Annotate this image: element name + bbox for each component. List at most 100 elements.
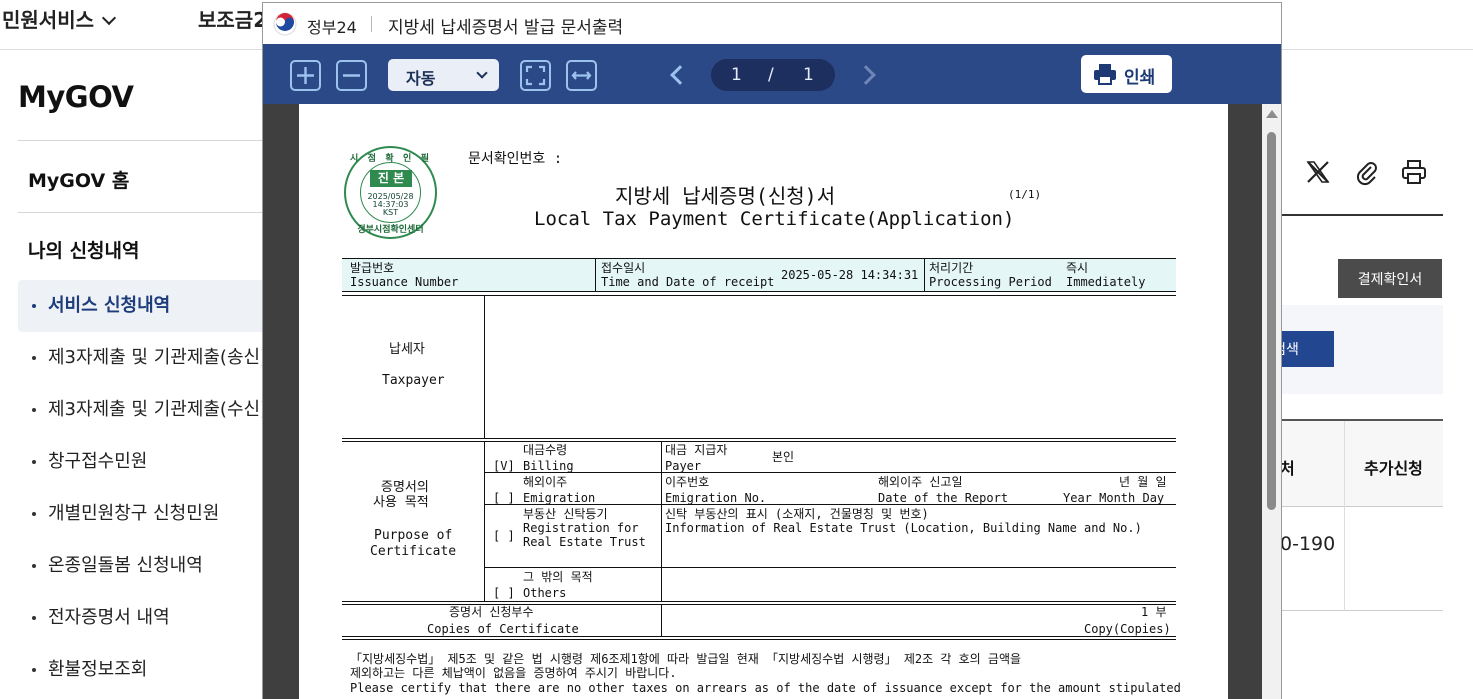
law-text-en-1: Please certify that there are no other t…	[350, 681, 1181, 695]
issuance-label-en: Issuance Number	[350, 275, 459, 289]
purpose-emigration-ko: 해외이주	[523, 475, 568, 489]
previous-page-icon[interactable]	[670, 65, 690, 85]
rule	[342, 639, 1176, 640]
purpose-label-en-2: Certificate	[370, 544, 457, 559]
purpose-label-ko-1: 증명서의	[381, 480, 429, 495]
fit-width-button[interactable]	[566, 60, 597, 91]
rule	[484, 472, 1176, 473]
divider	[18, 140, 268, 141]
checkbox-real-estate-trust: [ ]	[493, 529, 515, 543]
sidebar-item-all-day-care[interactable]: 온종일돌봄 신청내역	[18, 540, 268, 592]
table-row: 0-190	[1280, 507, 1443, 611]
print-button[interactable]: 인쇄	[1081, 55, 1172, 93]
payer-value: 본인	[772, 450, 795, 464]
payment-confirmation-button[interactable]: 결제확인서	[1338, 259, 1442, 298]
emigration-no-en: Emigration No.	[665, 491, 767, 505]
checkbox-billing: [V]	[493, 459, 515, 473]
printer-icon	[1094, 64, 1116, 85]
column-header-additional: 추가신청	[1364, 459, 1423, 478]
current-page-input[interactable]: 1	[731, 65, 742, 85]
ymd-en: Year Month Day	[1063, 491, 1165, 505]
rule	[342, 441, 1176, 442]
plus-icon	[297, 67, 314, 84]
sidebar-section-title[interactable]: 나의 신청내역	[28, 236, 140, 263]
sidebar-item-e-certificates[interactable]: 전자증명서 내역	[18, 592, 268, 644]
sidebar-item-third-party-received[interactable]: 제3자제출 및 기관제출(수신)	[18, 384, 268, 436]
purpose-trust-en-2: Real Estate Trust	[523, 535, 646, 549]
document-page-indicator: (1/1)	[1008, 188, 1042, 201]
stamp-top-text: 시 점 확 인 필	[349, 154, 432, 164]
divider	[18, 212, 268, 213]
chevron-down-icon	[101, 10, 117, 26]
divider	[371, 16, 372, 32]
report-date-en: Date of the Report	[878, 491, 1009, 505]
ymd-ko: 년 월 일	[1119, 475, 1167, 489]
scroll-thumb[interactable]	[1267, 132, 1276, 510]
trust-info-ko: 신탁 부동산의 표시 (소재지, 건물명칭 및 번호)	[665, 507, 929, 521]
zoom-value: 자동	[406, 69, 436, 88]
document-title-english: Local Tax Payment Certificate(Applicatio…	[534, 208, 1015, 230]
copies-label-en: Copies of Certificate	[427, 622, 579, 636]
copies-value-ko: 1 부	[1141, 605, 1167, 619]
taxpayer-label-ko: 납세자	[389, 342, 425, 357]
taxpayer-label-en: Taxpayer	[382, 373, 445, 388]
clip-icon[interactable]	[1352, 158, 1384, 190]
nav-civil-services[interactable]: 민원서비스	[2, 4, 117, 33]
purpose-billing-en: Billing	[523, 459, 574, 473]
document-page: 시 점 확 인 필 진 본 2025/05/28 14:37:03 KST 정부…	[299, 104, 1228, 699]
stamp-timezone: KST	[382, 208, 399, 217]
minus-icon	[343, 74, 360, 77]
copies-value-en: Copy(Copies)	[1084, 622, 1171, 636]
authenticity-stamp: 시 점 확 인 필 진 본 2025/05/28 14:37:03 KST 정부…	[344, 146, 437, 239]
sidebar-item-refund-info[interactable]: 환불정보조회	[18, 644, 268, 696]
document-title-korean: 지방세 납세증명(신청)서	[615, 184, 836, 208]
fit-page-button[interactable]	[520, 60, 551, 91]
search-button[interactable]: 검색	[1273, 331, 1334, 367]
rule	[661, 604, 662, 636]
period-value-ko: 즉시	[1066, 261, 1089, 275]
rule	[342, 438, 1176, 439]
divider	[1344, 507, 1345, 611]
divider	[1280, 214, 1443, 216]
sidebar-item-third-party-sent[interactable]: 제3자제출 및 기관제출(송신)	[18, 332, 268, 384]
purpose-label-ko-2: 사용 목적	[373, 495, 429, 510]
vertical-scrollbar[interactable]	[1262, 104, 1281, 699]
next-page-icon[interactable]	[856, 65, 876, 85]
rule	[661, 441, 662, 601]
gov24-logo-icon	[273, 12, 297, 36]
x-share-icon[interactable]	[1304, 158, 1336, 190]
document-viewer: 시 점 확 인 필 진 본 2025/05/28 14:37:03 KST 정부…	[263, 104, 1281, 699]
payer-label-en: Payer	[665, 459, 702, 473]
rule	[924, 259, 925, 291]
rule	[342, 291, 1176, 292]
column-header: 처	[1280, 459, 1295, 478]
chevron-down-icon	[476, 67, 488, 79]
zoom-out-button[interactable]	[336, 60, 367, 91]
rule	[484, 295, 485, 438]
page-title: MyGOV	[18, 80, 134, 114]
dialog-titlebar: 정부24 지방세 납세증명서 발급 문서출력	[263, 3, 1281, 44]
sidebar-item-individual-window[interactable]: 개별민원창구 신청민원	[18, 488, 268, 540]
sidebar-item-counter-applications[interactable]: 창구접수민원	[18, 436, 268, 488]
viewer-toolbar: 자동 1 / 1 인쇄	[263, 44, 1281, 104]
period-label-en: Processing Period	[929, 275, 1052, 289]
zoom-select[interactable]: 자동	[388, 59, 499, 91]
zoom-in-button[interactable]	[290, 60, 321, 91]
period-value-en: Immediately	[1066, 275, 1146, 289]
table-cell: 0-190	[1280, 533, 1336, 555]
checkbox-others: [ ]	[493, 586, 515, 600]
sidebar-item-service-applications[interactable]: 서비스 신청내역	[18, 280, 268, 332]
purpose-others-ko: 그 밖의 목적	[523, 570, 593, 584]
divider	[1344, 421, 1345, 509]
trust-info-en: Information of Real Estate Trust (Locati…	[665, 521, 1142, 535]
purpose-trust-en-1: Registration for	[523, 521, 639, 535]
rule	[342, 636, 1176, 637]
payer-label-ko: 대금 지급자	[665, 443, 728, 457]
sidebar-home-link[interactable]: MyGOV 홈	[28, 166, 129, 193]
stamp-bottom-text: 정부시점확인센터	[357, 225, 424, 235]
print-icon[interactable]	[1400, 158, 1432, 190]
print-label: 인쇄	[1124, 68, 1156, 88]
rule	[595, 259, 596, 291]
scroll-up-icon[interactable]	[1266, 110, 1278, 118]
report-date-ko: 해외이주 신고일	[878, 475, 963, 489]
